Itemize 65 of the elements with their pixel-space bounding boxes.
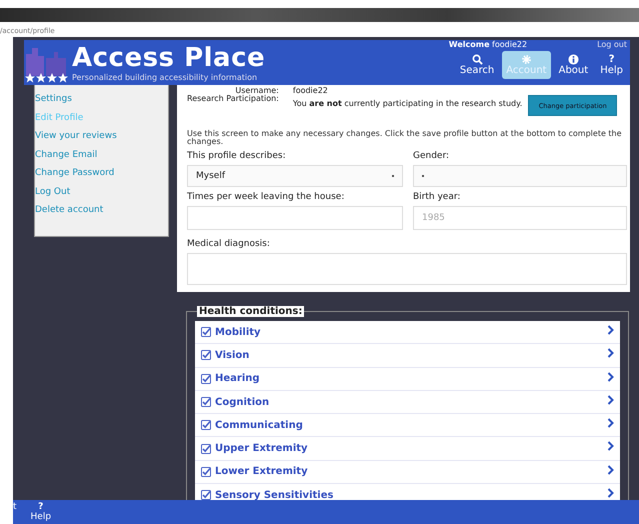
chevron-right-icon <box>607 372 614 382</box>
field-label: This profile describes: <box>187 150 287 162</box>
condition-row[interactable]: Hearing <box>195 368 620 391</box>
sidebar-link[interactable]: Log Out <box>35 186 70 198</box>
select-field[interactable] <box>413 165 627 187</box>
field-label: Gender: <box>413 150 450 162</box>
checkbox-icon[interactable] <box>201 490 211 500</box>
condition-label: Lower Extremity <box>215 466 309 478</box>
condition-label: Vision <box>215 350 250 361</box>
field-label: Times per week leaving the house: <box>187 191 346 203</box>
site-tagline: Personalized building accessibility information <box>72 73 258 83</box>
sidebar-link[interactable]: Delete account <box>35 204 104 216</box>
nav-button[interactable]: Search <box>456 51 498 79</box>
info-icon <box>568 54 579 65</box>
instructions-text: Use this screen to make any necessary changes. Click the save profile button at the bottom to complete the changes. <box>187 130 623 146</box>
checkbox-icon[interactable] <box>201 444 211 454</box>
nav-button[interactable]: About <box>554 51 592 79</box>
research-label: Research Participation: <box>187 95 279 103</box>
condition-row[interactable]: Upper Extremity <box>195 437 620 461</box>
select-value: Myself <box>196 171 225 181</box>
bottom-nav-button[interactable]: ? Help <box>30 500 52 524</box>
research-status-text: You are not currently participating in the research study. <box>292 100 522 108</box>
checkbox-icon[interactable] <box>201 374 211 384</box>
health-conditions-legend: Health conditions: <box>197 306 304 317</box>
condition-row[interactable]: Mobility <box>195 321 620 344</box>
field-label: Birth year: <box>413 191 462 203</box>
text-area-field[interactable] <box>187 253 627 285</box>
sidebar-link[interactable]: Change Password <box>35 167 114 180</box>
condition-row[interactable]: Cognition <box>195 390 620 414</box>
field-label: Medical diagnosis: <box>187 238 271 250</box>
checkbox-icon[interactable] <box>201 350 211 360</box>
condition-row[interactable]: Lower Extremity <box>195 460 620 484</box>
condition-row[interactable]: Vision <box>195 344 620 368</box>
condition-label: Communicating <box>215 420 304 431</box>
condition-label: Hearing <box>215 373 261 384</box>
condition-label: Upper Extremity <box>215 443 309 454</box>
input-field[interactable]: 1985 <box>413 206 627 230</box>
chevron-right-icon <box>607 418 614 428</box>
chevron-right-icon <box>607 464 614 475</box>
checkbox-icon[interactable] <box>201 397 211 408</box>
nav-button[interactable]: ? Help <box>596 51 627 79</box>
username-value: foodie22 <box>292 87 329 95</box>
username-label: Username: <box>235 87 279 95</box>
chevron-right-icon <box>607 325 614 335</box>
sidebar-link[interactable]: Change Email <box>35 148 98 161</box>
chevron-right-icon <box>607 348 614 358</box>
checkbox-icon[interactable] <box>201 466 211 477</box>
checkbox-icon[interactable] <box>201 327 211 338</box>
search-icon <box>472 54 483 65</box>
site-title[interactable]: Access Place <box>72 43 266 73</box>
sidebar-link[interactable]: Settings <box>35 93 72 106</box>
condition-label: Cognition <box>215 396 270 408</box>
welcome-text: Welcome foodie22 <box>448 40 528 50</box>
condition-label: Mobility <box>215 326 262 338</box>
chevron-right-icon <box>607 394 614 405</box>
condition-row[interactable]: Communicating <box>195 414 620 438</box>
settings-icon <box>520 54 532 65</box>
bottom-nav-button[interactable]: t <box>13 500 17 524</box>
select-field[interactable]: Myself <box>187 165 403 187</box>
condition-label: Sensory Sensitivities <box>215 490 334 500</box>
log-out-link[interactable]: Log out <box>597 40 627 50</box>
chevron-right-icon <box>607 488 614 498</box>
chevron-right-icon <box>607 441 614 452</box>
checkbox-icon[interactable] <box>201 420 211 430</box>
input-field[interactable] <box>187 206 403 230</box>
